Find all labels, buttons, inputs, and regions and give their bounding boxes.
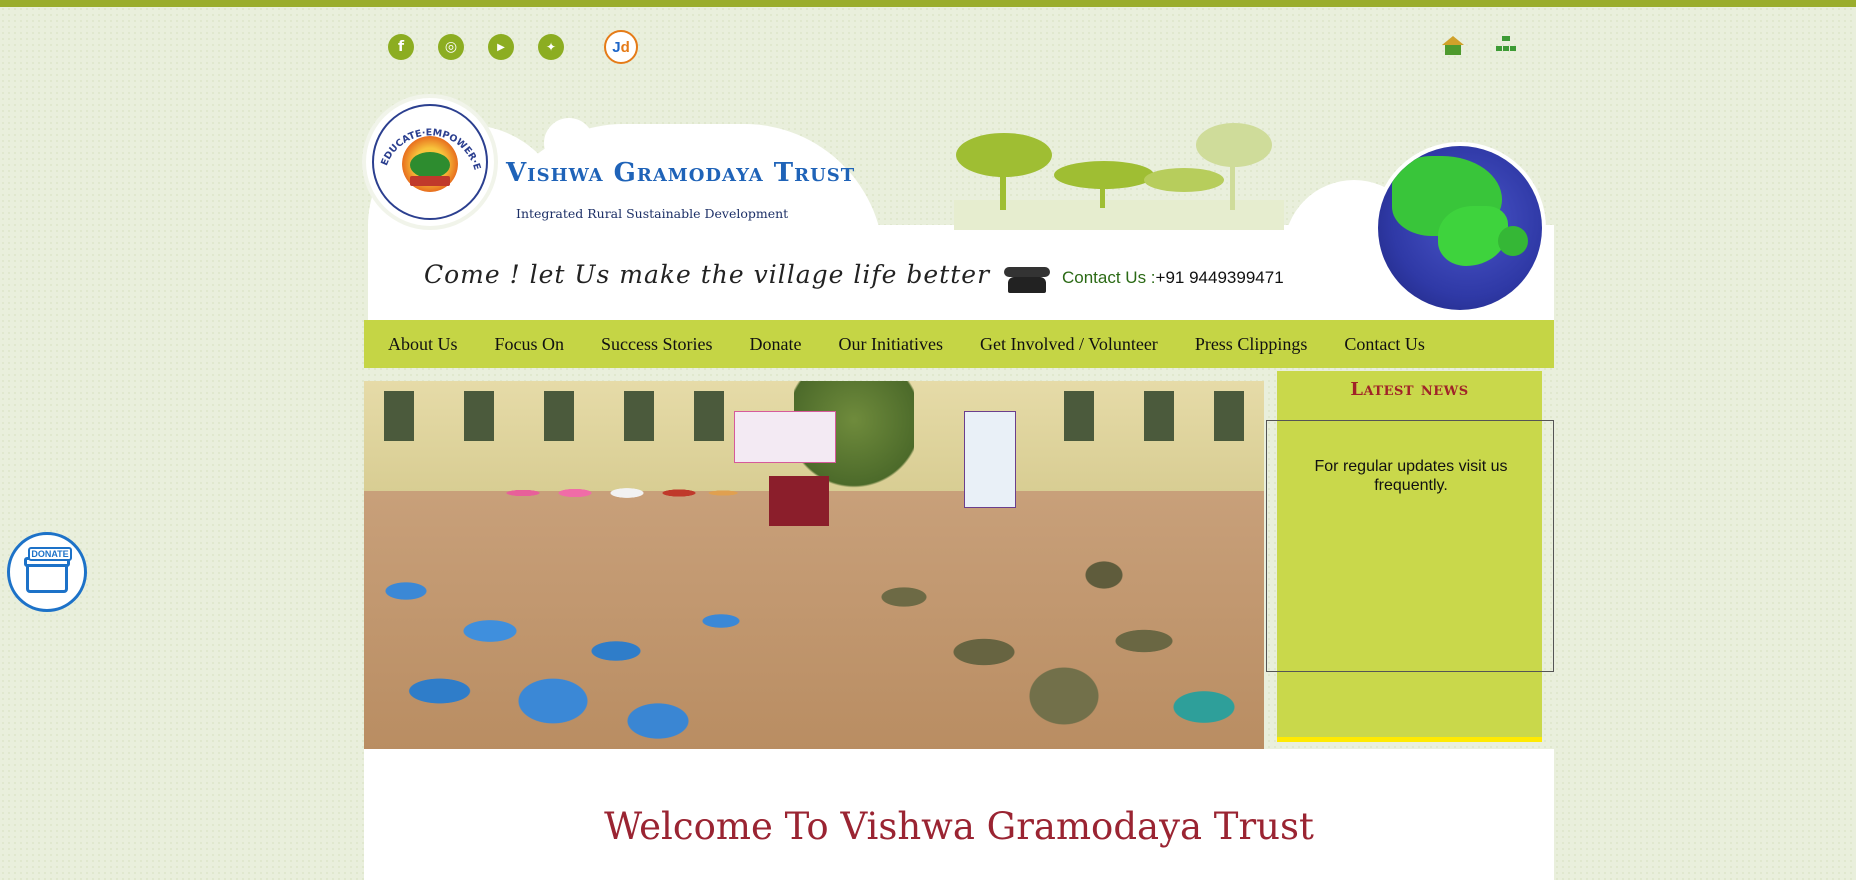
latest-news-title: Latest news — [1350, 379, 1469, 400]
contact-phone: +91 9449399471 — [1155, 268, 1284, 287]
donate-floating-button[interactable]: DONATE — [7, 532, 87, 612]
twitter-icon[interactable]: ✦ — [538, 34, 564, 60]
nav-donate[interactable]: Donate — [750, 334, 802, 355]
welcome-heading: Welcome To Vishwa Gramodaya Trust — [604, 805, 1314, 848]
main-content: Welcome To Vishwa Gramodaya Trust — [364, 749, 1554, 880]
nav-contact-us[interactable]: Contact Us — [1344, 334, 1425, 355]
top-accent-bar — [0, 0, 1856, 7]
nav-success-stories[interactable]: Success Stories — [601, 334, 713, 355]
latest-news-box: For regular updates visit us frequently. — [1266, 420, 1554, 672]
social-links: f ◎ ▶ ✦ Jd — [388, 30, 638, 64]
donate-label: DONATE — [28, 547, 72, 561]
instagram-icon[interactable]: ◎ — [438, 34, 464, 60]
donate-box-icon — [26, 563, 68, 593]
svg-text:EDUCATE·EMPOWER·ELEVATE: EDUCATE·EMPOWER·ELEVATE — [366, 98, 482, 171]
banner-poster — [734, 411, 836, 463]
home-icon[interactable] — [1442, 36, 1464, 56]
logo[interactable]: EDUCATE·EMPOWER·ELEVATE — [366, 98, 494, 226]
banner-students-left — [364, 551, 784, 749]
nav-our-initiatives[interactable]: Our Initiatives — [839, 334, 943, 355]
utility-links — [1442, 36, 1516, 56]
contact-info: Contact Us : +91 9449399471 — [1004, 263, 1284, 293]
logo-motto: EDUCATE·EMPOWER·ELEVATE — [366, 98, 482, 171]
sitemap-icon[interactable] — [1496, 36, 1516, 54]
banner-standee — [964, 411, 1016, 508]
nav-get-involved[interactable]: Get Involved / Volunteer — [980, 334, 1158, 355]
nav-press-clippings[interactable]: Press Clippings — [1195, 334, 1308, 355]
contact-label: Contact Us : — [1062, 268, 1156, 287]
banner-students-right — [864, 531, 1264, 749]
banner-teachers — [484, 451, 744, 521]
globe-icon — [1378, 146, 1542, 310]
site-title: Vishwa Gramodaya Trust — [506, 158, 856, 188]
justdial-icon[interactable]: Jd — [604, 30, 638, 64]
telephone-icon — [1004, 263, 1050, 293]
banner-table — [769, 476, 829, 526]
latest-news-text: For regular updates visit us frequently. — [1314, 458, 1508, 494]
site-subtitle: Integrated Rural Sustainable Development — [516, 206, 789, 221]
nav-about-us[interactable]: About Us — [388, 334, 458, 355]
youtube-icon[interactable]: ▶ — [488, 34, 514, 60]
main-nav: About Us Focus On Success Stories Donate… — [364, 320, 1554, 368]
tagline: Come ! let Us make the village life bett… — [424, 260, 991, 289]
site-header: EDUCATE·EMPOWER·ELEVATE Vishwa Gramodaya… — [364, 98, 1554, 324]
facebook-icon[interactable]: f — [388, 34, 414, 60]
nav-focus-on[interactable]: Focus On — [495, 334, 565, 355]
trees-illustration — [954, 123, 1284, 230]
hero-slideshow-image[interactable] — [364, 381, 1264, 749]
